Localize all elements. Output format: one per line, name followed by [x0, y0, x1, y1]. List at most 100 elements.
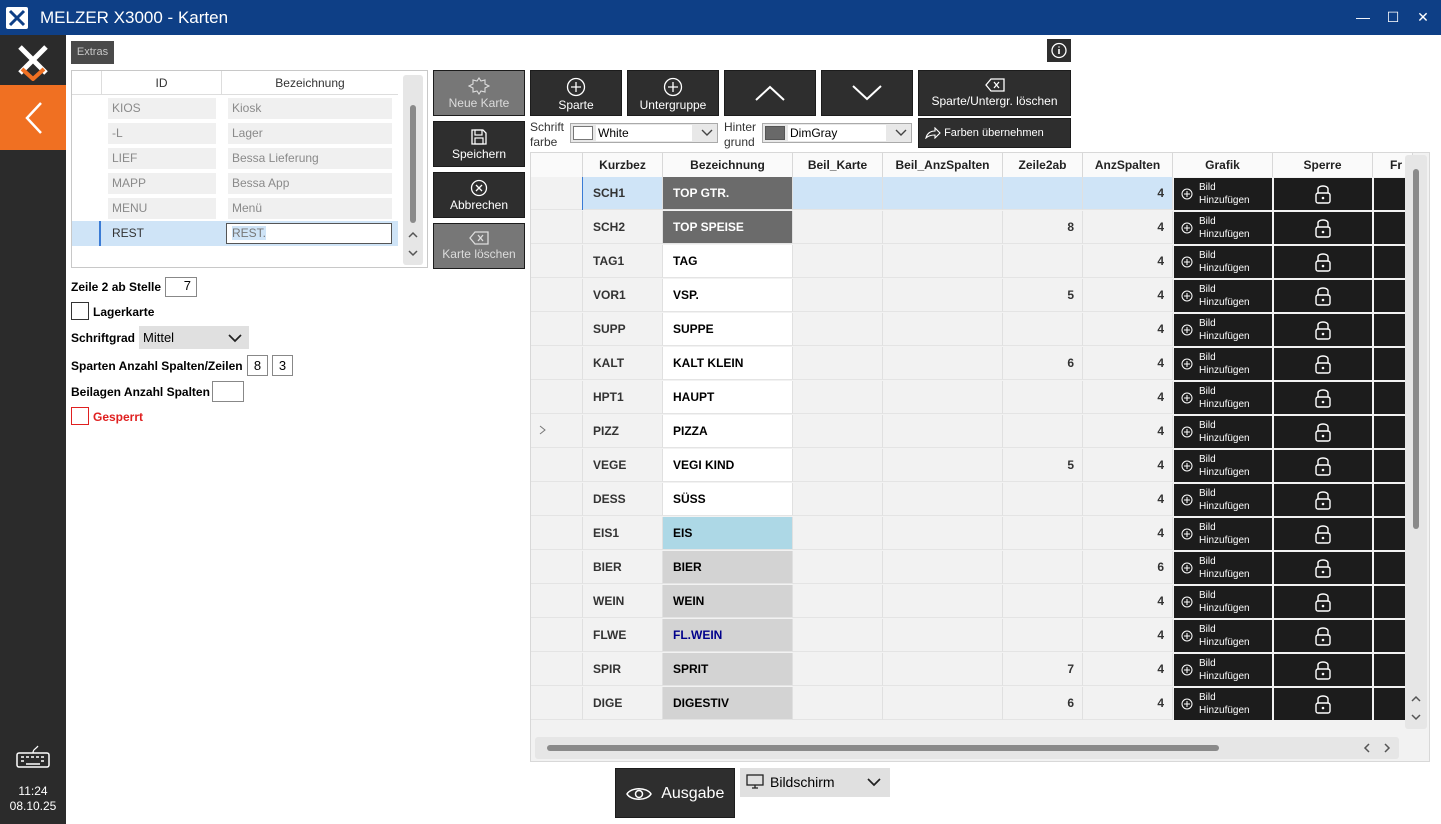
abbrechen-button[interactable]: Abbrechen: [433, 172, 525, 218]
cell-bezeichnung[interactable]: TOP SPEISE: [663, 211, 793, 244]
cell-beil-anzspalten[interactable]: [883, 245, 1003, 278]
cell-bezeichnung[interactable]: DIGESTIV: [663, 687, 793, 720]
grid-horizontal-scrollbar[interactable]: [535, 737, 1399, 759]
sperre-toggle[interactable]: [1274, 416, 1372, 448]
cell-anzspalten[interactable]: 4: [1083, 449, 1173, 482]
farben-uebernehmen-button[interactable]: Farben übernehmen: [918, 118, 1071, 148]
cell-beil-anzspalten[interactable]: [883, 619, 1003, 652]
cell-beil-karte[interactable]: [793, 687, 883, 720]
cell-beil-karte[interactable]: [793, 585, 883, 618]
cell-zeile2ab[interactable]: [1003, 313, 1083, 346]
cell-beil-karte[interactable]: [793, 347, 883, 380]
bild-hinzufuegen-button[interactable]: Bild Hinzufügen: [1174, 212, 1272, 244]
cell-kurzbez[interactable]: TAG1: [583, 245, 663, 278]
zeile2-input[interactable]: 7: [165, 277, 197, 297]
grid-row[interactable]: BIER BIER 6 Bild Hinzufügen: [531, 551, 1411, 585]
grid-row[interactable]: DIGE DIGESTIV 6 4 Bild Hinzufügen: [531, 687, 1411, 721]
bild-hinzufuegen-button[interactable]: Bild Hinzufügen: [1174, 654, 1272, 686]
column-header-anzspalten[interactable]: AnzSpalten: [1083, 153, 1173, 177]
cell-anzspalten[interactable]: 4: [1083, 653, 1173, 686]
cell-zeile2ab[interactable]: [1003, 551, 1083, 584]
table-row[interactable]: KIOS Kiosk: [72, 96, 398, 121]
table-scrollbar[interactable]: [403, 75, 423, 265]
cell-kurzbez[interactable]: VOR1: [583, 279, 663, 312]
cell-beil-anzspalten[interactable]: [883, 551, 1003, 584]
grid-row[interactable]: HPT1 HAUPT 4 Bild Hinzufügen: [531, 381, 1411, 415]
cell-beil-anzspalten[interactable]: [883, 347, 1003, 380]
table-row[interactable]: MENU Menü: [72, 196, 398, 221]
cell-beil-karte[interactable]: [793, 415, 883, 448]
cell-kurzbez[interactable]: HPT1: [583, 381, 663, 414]
cell-beil-karte[interactable]: [793, 619, 883, 652]
cell-kurzbez[interactable]: DIGE: [583, 687, 663, 720]
grid-row[interactable]: VOR1 VSP. 5 4 Bild Hinzufügen: [531, 279, 1411, 313]
move-up-button[interactable]: [724, 70, 816, 116]
speichern-button[interactable]: Speichern: [433, 121, 525, 167]
column-header-grafik[interactable]: Grafik: [1173, 153, 1273, 177]
cell-kurzbez[interactable]: PIZZ: [583, 415, 663, 448]
cell-zeile2ab[interactable]: 7: [1003, 653, 1083, 686]
cell-anzspalten[interactable]: 4: [1083, 585, 1173, 618]
grid-row[interactable]: SCH2 TOP SPEISE 8 4 Bild Hinzufügen: [531, 211, 1411, 245]
cell-anzspalten[interactable]: 4: [1083, 687, 1173, 720]
column-header-bezeichnung[interactable]: Bezeichnung: [663, 153, 793, 177]
sperre-toggle[interactable]: [1274, 518, 1372, 550]
grid-row[interactable]: PIZZ PIZZA 4 Bild Hinzufügen: [531, 415, 1411, 449]
sperre-toggle[interactable]: [1274, 688, 1372, 720]
sparte-button[interactable]: Sparte: [530, 70, 622, 116]
cell-zeile2ab[interactable]: 8: [1003, 211, 1083, 244]
cell-kurzbez[interactable]: WEIN: [583, 585, 663, 618]
cell-bezeichnung[interactable]: PIZZA: [663, 415, 793, 448]
cell-beil-karte[interactable]: [793, 381, 883, 414]
bild-hinzufuegen-button[interactable]: Bild Hinzufügen: [1174, 314, 1272, 346]
cell-beil-anzspalten[interactable]: [883, 687, 1003, 720]
lagerkarte-checkbox[interactable]: [71, 302, 89, 320]
cell-anzspalten[interactable]: 4: [1083, 279, 1173, 312]
neue-karte-button[interactable]: Neue Karte: [433, 70, 525, 116]
cell-anzspalten[interactable]: 4: [1083, 381, 1173, 414]
bild-hinzufuegen-button[interactable]: Bild Hinzufügen: [1174, 382, 1272, 414]
cell-bezeichnung[interactable]: BIER: [663, 551, 793, 584]
cell-anzspalten[interactable]: 4: [1083, 211, 1173, 244]
ausgabe-target-select[interactable]: Bildschirm: [740, 768, 890, 797]
sperre-toggle[interactable]: [1274, 484, 1372, 516]
cell-anzspalten[interactable]: 4: [1083, 415, 1173, 448]
cell-beil-anzspalten[interactable]: [883, 653, 1003, 686]
grid-row[interactable]: TAG1 TAG 4 Bild Hinzufügen: [531, 245, 1411, 279]
cell-anzspalten[interactable]: 4: [1083, 619, 1173, 652]
cell-bezeichnung[interactable]: VEGI KIND: [663, 449, 793, 482]
column-header-kurzbez[interactable]: Kurzbez: [583, 153, 663, 177]
column-header-id[interactable]: ID: [102, 71, 222, 95]
column-header-sperre[interactable]: Sperre: [1273, 153, 1373, 177]
cell-beil-anzspalten[interactable]: [883, 313, 1003, 346]
table-row-selected[interactable]: REST REST.: [72, 221, 398, 246]
bild-hinzufuegen-button[interactable]: Bild Hinzufügen: [1174, 688, 1272, 720]
sperre-toggle[interactable]: [1274, 450, 1372, 482]
cell-beil-anzspalten[interactable]: [883, 211, 1003, 244]
beilagen-input[interactable]: [212, 381, 244, 402]
cell-beil-karte[interactable]: [793, 245, 883, 278]
karte-loeschen-button[interactable]: Karte löschen: [433, 223, 525, 269]
info-button[interactable]: [1047, 39, 1071, 62]
cell-kurzbez[interactable]: VEGE: [583, 449, 663, 482]
grid-row[interactable]: KALT KALT KLEIN 6 4 Bild Hinzufügen: [531, 347, 1411, 381]
back-button[interactable]: [0, 85, 66, 150]
bild-hinzufuegen-button[interactable]: Bild Hinzufügen: [1174, 178, 1272, 210]
cell-beil-anzspalten[interactable]: [883, 585, 1003, 618]
sperre-toggle[interactable]: [1274, 212, 1372, 244]
scroll-arrows-horizontal-icon[interactable]: [1361, 742, 1395, 754]
scrollbar-thumb[interactable]: [1413, 169, 1419, 529]
grid-row[interactable]: SUPP SUPPE 4 Bild Hinzufügen: [531, 313, 1411, 347]
sparte-loeschen-button[interactable]: Sparte/Untergr. löschen: [918, 70, 1071, 116]
cell-kurzbez[interactable]: SCH2: [583, 211, 663, 244]
cell-kurzbez[interactable]: KALT: [583, 347, 663, 380]
scroll-arrows-icon[interactable]: [1410, 691, 1422, 725]
schriftgrad-select[interactable]: Mittel: [139, 326, 249, 349]
bild-hinzufuegen-button[interactable]: Bild Hinzufügen: [1174, 518, 1272, 550]
cell-beil-karte[interactable]: [793, 653, 883, 686]
bild-hinzufuegen-button[interactable]: Bild Hinzufügen: [1174, 620, 1272, 652]
cell-anzspalten[interactable]: 4: [1083, 245, 1173, 278]
grid-row[interactable]: VEGE VEGI KIND 5 4 Bild Hinzufügen: [531, 449, 1411, 483]
maximize-button[interactable]: ☐: [1376, 6, 1410, 28]
sperre-toggle[interactable]: [1274, 620, 1372, 652]
